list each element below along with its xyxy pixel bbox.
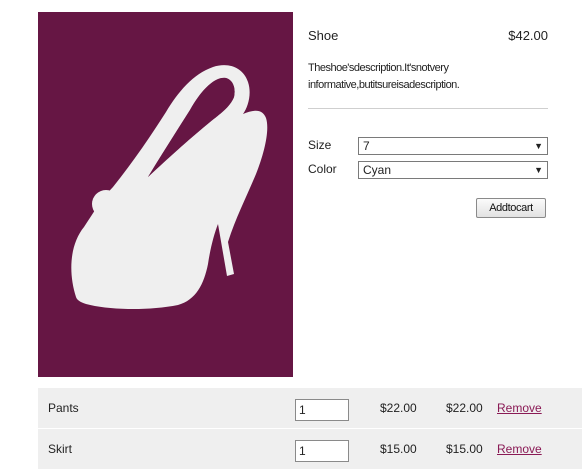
cart-item-unit-price: $22.00 bbox=[380, 401, 417, 415]
size-label: Size bbox=[308, 138, 332, 152]
product-name: Shoe bbox=[308, 28, 339, 43]
color-label: Color bbox=[308, 162, 337, 176]
size-select-value: 7 bbox=[363, 139, 370, 153]
size-select[interactable]: 7 ▼ bbox=[358, 137, 548, 155]
color-select[interactable]: Cyan ▼ bbox=[358, 161, 548, 179]
remove-link[interactable]: Remove bbox=[497, 442, 542, 456]
cart-item-name: Skirt bbox=[48, 442, 72, 456]
product-image bbox=[38, 12, 293, 377]
cart-list: Pants 1 $22.00 $22.00 Remove Skirt 1 $15… bbox=[38, 388, 582, 470]
title-row: Shoe $42.00 bbox=[308, 26, 548, 46]
quantity-input[interactable]: 1 bbox=[295, 440, 349, 462]
product-description: Theshoe'sdescription.It'snotvery informa… bbox=[308, 62, 460, 91]
dropdown-arrow-icon: ▼ bbox=[534, 141, 543, 151]
cart-row: Skirt 1 $15.00 $15.00 Remove bbox=[38, 429, 582, 469]
product-price: $42.00 bbox=[508, 28, 548, 43]
color-option-row: Color Cyan ▼ bbox=[308, 161, 548, 179]
color-select-value: Cyan bbox=[363, 163, 392, 177]
cart-item-total: $15.00 bbox=[446, 442, 483, 456]
quantity-input[interactable]: 1 bbox=[295, 399, 349, 421]
product-details: Shoe $42.00 Theshoe'sdescription.It'snot… bbox=[308, 26, 548, 218]
dropdown-arrow-icon: ▼ bbox=[534, 165, 543, 175]
cart-item-total: $22.00 bbox=[446, 401, 483, 415]
cart-item-name: Pants bbox=[48, 401, 79, 415]
cart-item-unit-price: $15.00 bbox=[380, 442, 417, 456]
remove-link[interactable]: Remove bbox=[497, 401, 542, 415]
add-to-cart-button[interactable]: Addtocart bbox=[476, 198, 546, 218]
high-heel-shoe-icon bbox=[71, 65, 268, 310]
size-option-row: Size 7 ▼ bbox=[308, 137, 548, 155]
divider bbox=[308, 108, 548, 109]
cart-row: Pants 1 $22.00 $22.00 Remove bbox=[38, 388, 582, 428]
